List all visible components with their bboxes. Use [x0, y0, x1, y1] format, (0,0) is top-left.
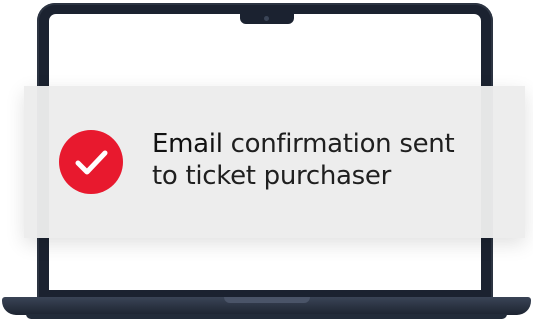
stage: Email confirmation sent to ticket purcha… — [0, 0, 533, 325]
confirmation-message: Email confirmation sent to ticket purcha… — [152, 128, 512, 192]
camera-notch — [240, 13, 294, 24]
laptop-feet — [26, 314, 507, 319]
laptop-base-lip — [224, 297, 310, 303]
checkmark-icon — [75, 150, 108, 175]
message-line-2: to ticket purchaser — [152, 161, 392, 191]
confirmation-notification: Email confirmation sent to ticket purcha… — [24, 86, 525, 238]
camera-icon — [264, 16, 269, 21]
check-circle-icon — [59, 130, 123, 194]
message-rest: confirmation sent — [222, 129, 455, 159]
message-bold: Email — [152, 129, 223, 159]
